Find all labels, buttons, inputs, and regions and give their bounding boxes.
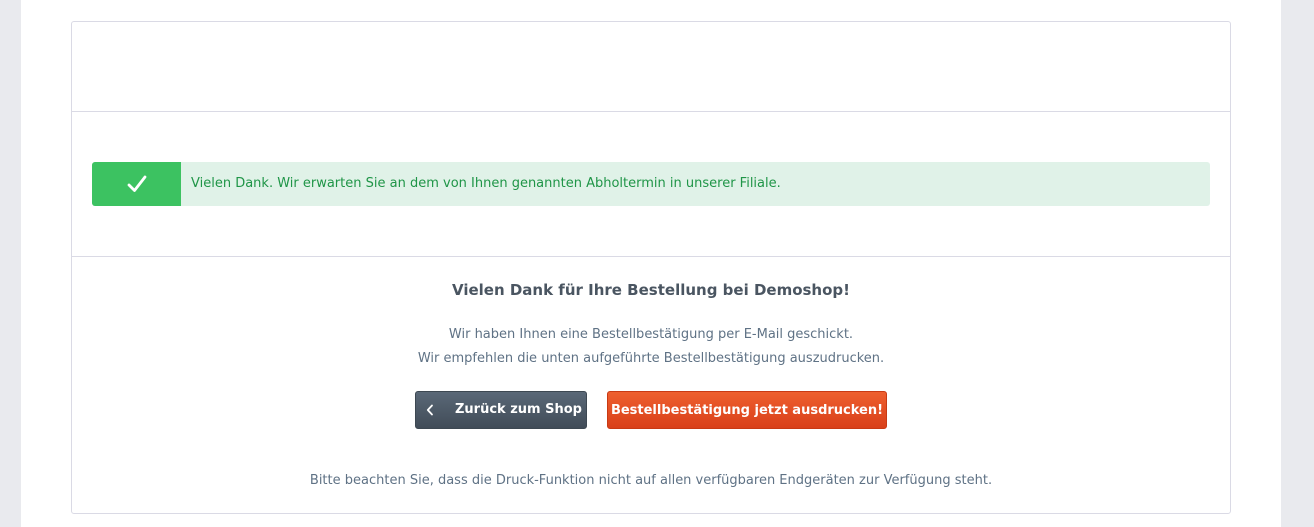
finish-info-line: Wir haben Ihnen eine Bestellbestätigung … bbox=[448, 327, 854, 342]
divider bbox=[72, 256, 1230, 257]
print-note: Bitte beachten Sie, dass die Druck-Funkt… bbox=[309, 473, 993, 488]
divider bbox=[72, 111, 1230, 112]
chevron-left-icon bbox=[426, 392, 434, 428]
alert-icon-box bbox=[92, 162, 181, 206]
checkout-finish-panel: Vielen Dank. Wir erwarten Sie an dem von… bbox=[71, 21, 1231, 514]
success-alert: Vielen Dank. Wir erwarten Sie an dem von… bbox=[92, 162, 1210, 206]
back-to-shop-label: Zurück zum Shop bbox=[455, 402, 582, 417]
alert-message: Vielen Dank. Wir erwarten Sie an dem von… bbox=[191, 176, 781, 191]
finish-title: Vielen Dank für Ihre Bestellung bei Demo… bbox=[451, 281, 850, 299]
print-confirmation-label: Bestellbestätigung jetzt ausdrucken! bbox=[610, 403, 884, 418]
checkmark-icon bbox=[127, 175, 146, 192]
back-to-shop-button[interactable]: Zurück zum Shop bbox=[415, 391, 587, 429]
finish-info-line: Wir empfehlen die unten aufgeführte Best… bbox=[417, 351, 885, 366]
page-content: Vielen Dank. Wir erwarten Sie an dem von… bbox=[21, 0, 1281, 527]
print-confirmation-button[interactable]: Bestellbestätigung jetzt ausdrucken! bbox=[607, 391, 887, 429]
